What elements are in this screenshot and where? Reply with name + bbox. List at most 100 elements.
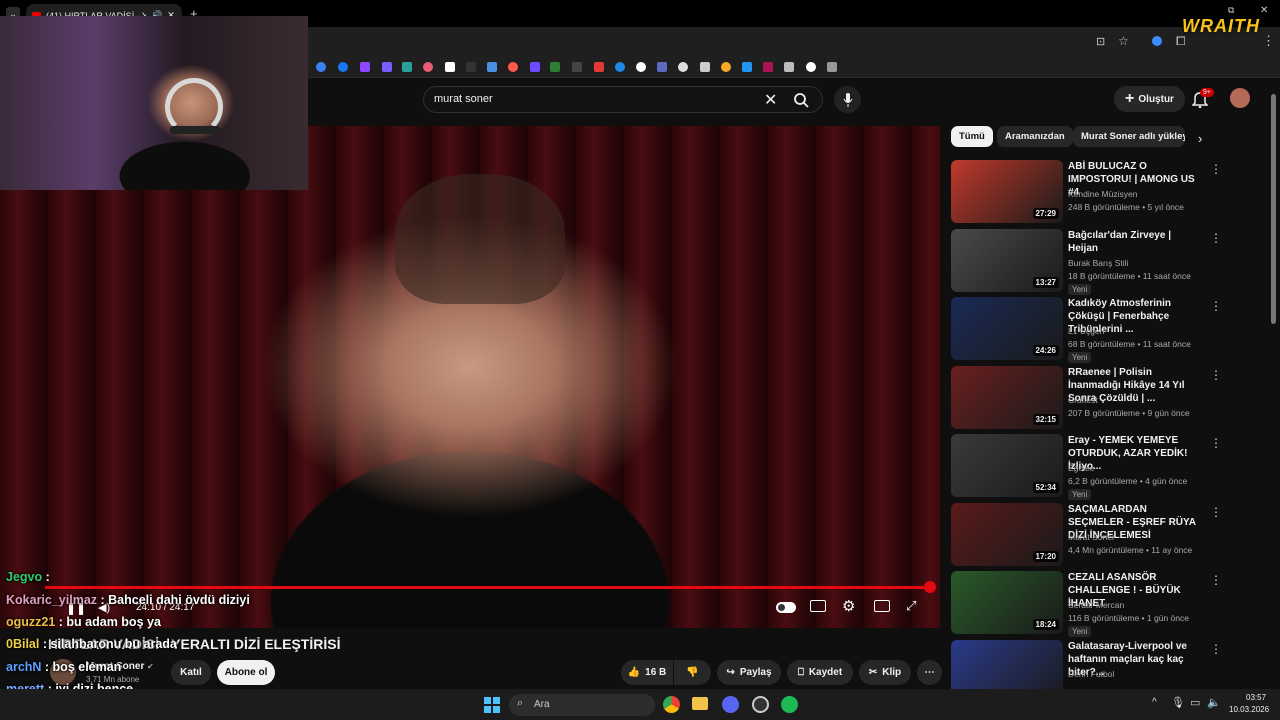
more-options-icon[interactable]: ⋮	[1210, 368, 1222, 382]
miniplayer-icon[interactable]	[874, 600, 890, 612]
network-icon[interactable]: ▭	[1190, 696, 1200, 709]
more-options-icon[interactable]: ⋮	[1210, 505, 1222, 519]
autoplay-toggle[interactable]	[776, 602, 796, 613]
search-input[interactable]: murat soner	[434, 93, 493, 105]
recommendation-channel[interactable]: Kendine Müzisyen	[1068, 189, 1137, 199]
bookmark-icon[interactable]	[742, 62, 752, 72]
recommendation-item[interactable]: 24:26 Kadıköy Atmosferinin Çöküşü | Fener…	[948, 297, 1230, 365]
subtitles-icon[interactable]	[810, 600, 826, 612]
recommendation-thumbnail[interactable]: 52:34	[951, 434, 1063, 497]
bookmark-icon[interactable]	[423, 62, 433, 72]
discord-icon[interactable]	[722, 696, 739, 713]
recommendation-thumbnail[interactable]: 13:27	[951, 229, 1063, 292]
recommendation-thumbnail[interactable]: 24:26	[951, 297, 1063, 360]
speaker-icon[interactable]: 🔈	[1207, 696, 1221, 709]
bookmark-icon[interactable]	[827, 62, 837, 72]
chrome-icon[interactable]	[663, 696, 680, 713]
recommendation-channel[interactable]: L1 Üçgen	[1068, 326, 1104, 336]
recommendation-thumbnail[interactable]: 27:29	[951, 160, 1063, 223]
bookmark-icon[interactable]	[508, 62, 518, 72]
recommendation-item[interactable]: 13:27 Bağcılar'dan Zirveye | Heijan Burak …	[948, 229, 1230, 297]
more-options-icon[interactable]: ⋮	[1210, 573, 1222, 587]
recommendation-channel[interactable]: Craftest	[1068, 395, 1098, 405]
tray-overflow-icon[interactable]: ^	[1152, 697, 1157, 708]
recommendation-channel[interactable]: Egolee	[1068, 463, 1094, 473]
bookmark-icon[interactable]	[402, 62, 412, 72]
bookmark-icon[interactable]	[615, 62, 625, 72]
chip-from-search[interactable]: Aramanızdan	[997, 126, 1073, 147]
more-options-icon[interactable]: ⋮	[1210, 162, 1222, 176]
recommendation-thumbnail[interactable]: 32:15	[951, 366, 1063, 429]
voice-search-button[interactable]	[834, 86, 861, 113]
page-scrollbar[interactable]	[1271, 94, 1276, 324]
more-options-icon[interactable]: ⋮	[1210, 299, 1222, 313]
steam-icon[interactable]	[752, 696, 769, 713]
recommendation-channel[interactable]: Serdar Mercan	[1068, 600, 1124, 610]
taskbar-search[interactable]: ⌕ Ara	[509, 694, 655, 716]
recommendation-title[interactable]: Bağcılar'dan Zirveye | Heijan	[1068, 229, 1203, 255]
chip-from-uploader[interactable]: Murat Soner adlı yükleyi	[1073, 126, 1185, 147]
bookmark-icon[interactable]	[763, 62, 773, 72]
window-close-icon[interactable]: ✕	[1260, 5, 1268, 16]
maximize-icon[interactable]: ⧉	[1228, 5, 1234, 16]
recommendation-item[interactable]: 52:34 Eray - YEMEK YEMEYE OTURDUK, AZAR Y…	[948, 434, 1230, 502]
settings-gear-icon[interactable]: ⚙	[842, 597, 855, 615]
save-button[interactable]: ⎕ Kaydet	[787, 660, 853, 685]
bookmark-icon[interactable]	[360, 62, 370, 72]
share-button[interactable]: ↪ Paylaş	[717, 660, 781, 685]
bookmark-star-icon[interactable]: ☆	[1118, 34, 1129, 48]
bookmark-icon[interactable]	[784, 62, 794, 72]
bookmark-icon[interactable]	[594, 62, 604, 72]
bookmark-icon[interactable]	[572, 62, 582, 72]
recommendation-thumbnail[interactable]: 18:24	[951, 571, 1063, 634]
create-button[interactable]: + Oluştur	[1114, 86, 1185, 112]
bookmark-icon[interactable]	[700, 62, 710, 72]
notifications-button[interactable]: 9+	[1192, 88, 1214, 108]
search-icon[interactable]	[793, 92, 810, 109]
clip-button[interactable]: ✂ Klip	[859, 660, 911, 685]
video-player[interactable]	[0, 126, 940, 628]
more-options-icon[interactable]: ⋮	[1210, 231, 1222, 245]
search-box[interactable]: murat soner ✕	[423, 86, 823, 113]
dislike-button[interactable]: 👎	[674, 660, 711, 685]
recommendation-channel[interactable]: Derin Futbol	[1068, 669, 1114, 679]
recommendation-item[interactable]: 18:24 CEZALI ASANSÖR CHALLENGE ! - BÜYÜK …	[948, 571, 1230, 639]
chip-all[interactable]: Tümü	[951, 126, 993, 147]
install-app-icon[interactable]: ⊡	[1096, 35, 1105, 48]
recommendation-channel[interactable]: Murat Soner	[1068, 532, 1115, 542]
microphone-tray-icon[interactable]: 🎙	[1171, 696, 1185, 709]
join-button[interactable]: Katıl	[171, 660, 211, 685]
extension-icon[interactable]	[1152, 36, 1162, 46]
bookmark-icon[interactable]	[550, 62, 560, 72]
recommendation-thumbnail[interactable]: 17:20	[951, 503, 1063, 566]
bookmark-icon[interactable]	[316, 62, 326, 72]
fullscreen-icon[interactable]: ⤢	[906, 598, 916, 614]
more-options-icon[interactable]: ⋮	[1210, 436, 1222, 450]
bookmark-icon[interactable]	[445, 62, 455, 72]
recommendation-item[interactable]: 32:15 RRaenee | Polisin İnanmadığı Hikâye…	[948, 366, 1230, 434]
bookmark-icon[interactable]	[530, 62, 540, 72]
scrubber-handle[interactable]	[924, 581, 936, 593]
file-explorer-icon[interactable]	[692, 697, 708, 710]
chips-next-icon[interactable]: ›	[1198, 131, 1202, 146]
subscribe-button[interactable]: Abone ol	[217, 660, 275, 685]
bookmark-icon[interactable]	[487, 62, 497, 72]
bookmark-icon[interactable]	[636, 62, 646, 72]
more-options-icon[interactable]: ⋮	[1210, 642, 1222, 656]
bookmark-icon[interactable]	[678, 62, 688, 72]
more-actions-button[interactable]: ⋯	[917, 660, 942, 685]
recommendation-item[interactable]: 27:29 ABİ BULUCAZ O IMPOSTORU! | AMONG US…	[948, 160, 1230, 228]
account-avatar[interactable]	[1230, 88, 1250, 108]
progress-bar[interactable]	[45, 586, 930, 589]
bookmark-icon[interactable]	[466, 62, 476, 72]
bookmark-icon[interactable]	[806, 62, 816, 72]
bookmark-icon[interactable]	[338, 62, 348, 72]
clear-search-icon[interactable]: ✕	[764, 90, 777, 110]
bookmark-icon[interactable]	[721, 62, 731, 72]
recommendation-item[interactable]: 17:20 SAÇMALARDAN SEÇMELER - EŞREF RÜYA D…	[948, 503, 1230, 571]
spotify-icon[interactable]	[781, 696, 798, 713]
bookmark-icon[interactable]	[657, 62, 667, 72]
browser-menu-icon[interactable]: ⋮	[1262, 33, 1275, 49]
windows-start-icon[interactable]	[484, 697, 500, 713]
recommendation-channel[interactable]: Burak Barış Stili	[1068, 258, 1128, 268]
